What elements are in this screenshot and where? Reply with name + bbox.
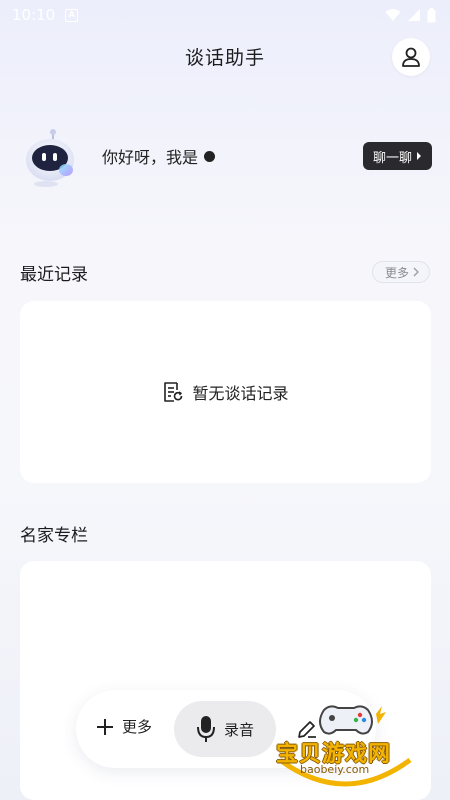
chevron-right-icon	[413, 267, 419, 277]
caret-right-icon	[417, 152, 421, 160]
greeting-label: 你好呀，我是	[102, 148, 199, 167]
empty-state: 暂无谈话记录	[20, 301, 431, 483]
chat-button-label: 聊一聊	[372, 150, 412, 166]
robot-avatar-icon	[26, 129, 74, 187]
page-title: 谈话助手	[184, 46, 265, 69]
notification-icon: A	[65, 8, 79, 22]
plus-icon	[97, 718, 113, 735]
watermark-url: baobeiy.com	[300, 763, 370, 776]
wifi-icon	[385, 9, 401, 21]
recent-records-card: 暂无谈话记录	[20, 301, 431, 483]
recent-more-button[interactable]: 更多	[371, 261, 430, 283]
greeting-section: 你好呀，我是 聊一聊	[20, 128, 432, 192]
recent-section-title: 最近记录	[20, 265, 88, 285]
header: 谈话助手	[0, 36, 450, 76]
record-label: 录音	[223, 720, 254, 739]
status-time: 10:10	[12, 6, 56, 24]
watermark-logo: 宝贝游戏网 baobeiy.com	[272, 700, 418, 796]
greeting-text: 你好呀，我是	[102, 144, 216, 168]
battery-icon	[427, 7, 436, 22]
status-dot	[204, 150, 216, 162]
microphone-icon	[196, 716, 215, 742]
person-icon	[402, 47, 420, 67]
chat-button[interactable]: 聊一聊	[362, 142, 432, 170]
record-button[interactable]: 录音	[174, 701, 276, 757]
empty-state-text: 暂无谈话记录	[192, 384, 289, 403]
status-bar: 10:10 A	[0, 0, 450, 30]
profile-button[interactable]	[392, 38, 430, 76]
record-list-icon	[164, 382, 183, 402]
columns-section-title: 名家专栏	[20, 526, 88, 546]
bottom-more-button[interactable]: 更多	[96, 716, 152, 737]
bottom-more-label: 更多	[122, 718, 153, 736]
signal-icon	[408, 9, 420, 21]
recent-more-label: 更多	[384, 265, 409, 280]
